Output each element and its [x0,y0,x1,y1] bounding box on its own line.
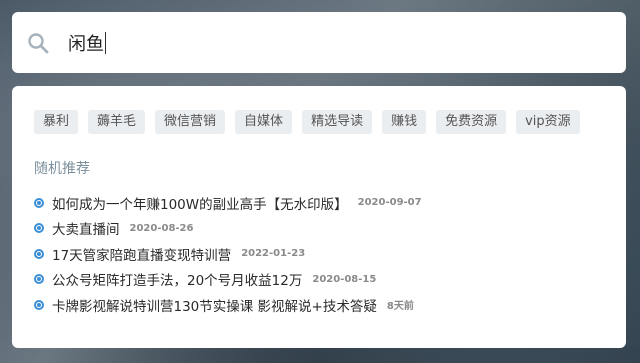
text-caret [105,31,106,54]
bullet-icon [34,274,44,285]
item-date: 8天前 [386,301,414,313]
tag-haoyangmao[interactable]: 薅羊毛 [88,110,146,134]
item-date: 2020-08-26 [129,222,194,234]
search-input-value: 闲鱼 [68,33,104,55]
item-title[interactable]: 17天管家陪跑直播变现特训营 [52,244,231,264]
search-box[interactable]: 闲鱼 [12,12,626,73]
item-title[interactable]: 卡牌影视解说特训营130节实操课 影视解说+技术答疑 [52,295,377,315]
search-input[interactable]: 闲鱼 [68,30,548,56]
item-title[interactable]: 如何成为一个年赚100W的副业高手【无水印版】 [52,193,348,213]
tag-jingxuan-daodu[interactable]: 精选导读 [302,110,373,134]
list-item[interactable]: 如何成为一个年赚100W的副业高手【无水印版】 2020-09-07 [34,190,604,216]
tag-baoli[interactable]: 暴利 [34,110,79,134]
tag-mianfei-ziyuan[interactable]: 免费资源 [436,110,507,134]
item-title[interactable]: 公众号矩阵打造手法，20个号月收益12万 [52,269,302,289]
item-title[interactable]: 大卖直播间 [52,218,120,238]
tag-vip-ziyuan[interactable]: vip资源 [516,110,580,134]
list-item[interactable]: 卡牌影视解说特训营130节实操课 影视解说+技术答疑 8天前 [34,292,604,318]
tag-list: 暴利 薅羊毛 微信营销 自媒体 精选导读 赚钱 免费资源 vip资源 [34,110,604,134]
item-date: 2020-08-15 [312,273,377,285]
bullet-icon [34,299,44,310]
item-date: 2022-01-23 [241,248,306,260]
section-title: 随机推荐 [34,161,90,177]
list-item[interactable]: 公众号矩阵打造手法，20个号月收益12万 2020-08-15 [34,267,604,293]
bullet-icon [34,248,44,259]
item-date: 2020-09-07 [357,197,422,209]
suggestion-panel: 暴利 薅羊毛 微信营销 自媒体 精选导读 赚钱 免费资源 vip资源 随机推荐 … [12,86,626,348]
list-item[interactable]: 17天管家陪跑直播变现特训营 2022-01-23 [34,241,604,267]
bullet-icon [34,197,44,208]
recommend-list: 如何成为一个年赚100W的副业高手【无水印版】 2020-09-07 大卖直播间… [34,190,604,318]
tag-zhuanqian[interactable]: 赚钱 [382,110,427,134]
tag-weixin-yingxiao[interactable]: 微信营销 [155,110,226,134]
list-item[interactable]: 大卖直播间 2020-08-26 [34,216,604,242]
bullet-icon [34,223,44,234]
search-icon[interactable] [26,31,50,55]
tag-zimeiti[interactable]: 自媒体 [235,110,293,134]
